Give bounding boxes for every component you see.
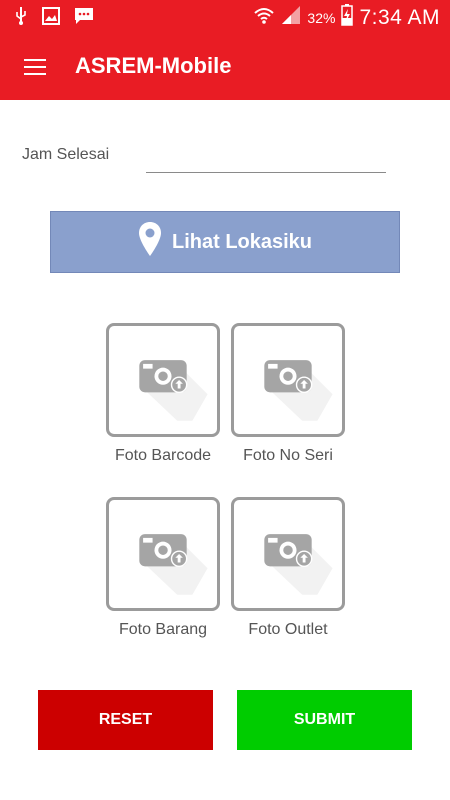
photo-outlet-button[interactable] [231,497,345,611]
battery-charging-icon [341,4,354,31]
app-bar: ASREM-Mobile [0,34,450,100]
end-time-input[interactable] [146,146,386,173]
photo-barcode-button[interactable] [106,323,220,437]
photo-item-button[interactable] [106,497,220,611]
location-button-label: Lihat Lokasiku [171,230,313,253]
status-bar: 32% 7:34 AM [0,0,450,34]
image-icon [42,7,60,30]
usb-icon [14,6,28,31]
wifi-icon [253,5,275,30]
chat-icon [74,7,94,30]
battery-percent: 32% [307,9,336,26]
camera-upload-icon [109,500,217,608]
menu-icon[interactable] [24,59,46,75]
photo-outlet-label: Foto Outlet [248,621,328,638]
location-pin-icon [138,221,162,263]
end-time-label: Jam Selesai [22,146,110,163]
camera-upload-icon [234,326,342,434]
submit-button[interactable]: SUBMIT [237,690,412,750]
camera-upload-icon [234,500,342,608]
app-title: ASREM-Mobile [75,53,232,78]
camera-upload-icon [109,326,217,434]
photo-serial-button[interactable] [231,323,345,437]
location-button[interactable]: Lihat Lokasiku [50,211,400,273]
status-time: 7:34 AM [359,5,440,29]
photo-barcode-label: Foto Barcode [114,447,212,464]
signal-icon [281,5,301,30]
photo-serial-label: Foto No Seri [243,447,333,464]
photo-item-label: Foto Barang [118,621,208,638]
reset-button[interactable]: RESET [38,690,213,750]
